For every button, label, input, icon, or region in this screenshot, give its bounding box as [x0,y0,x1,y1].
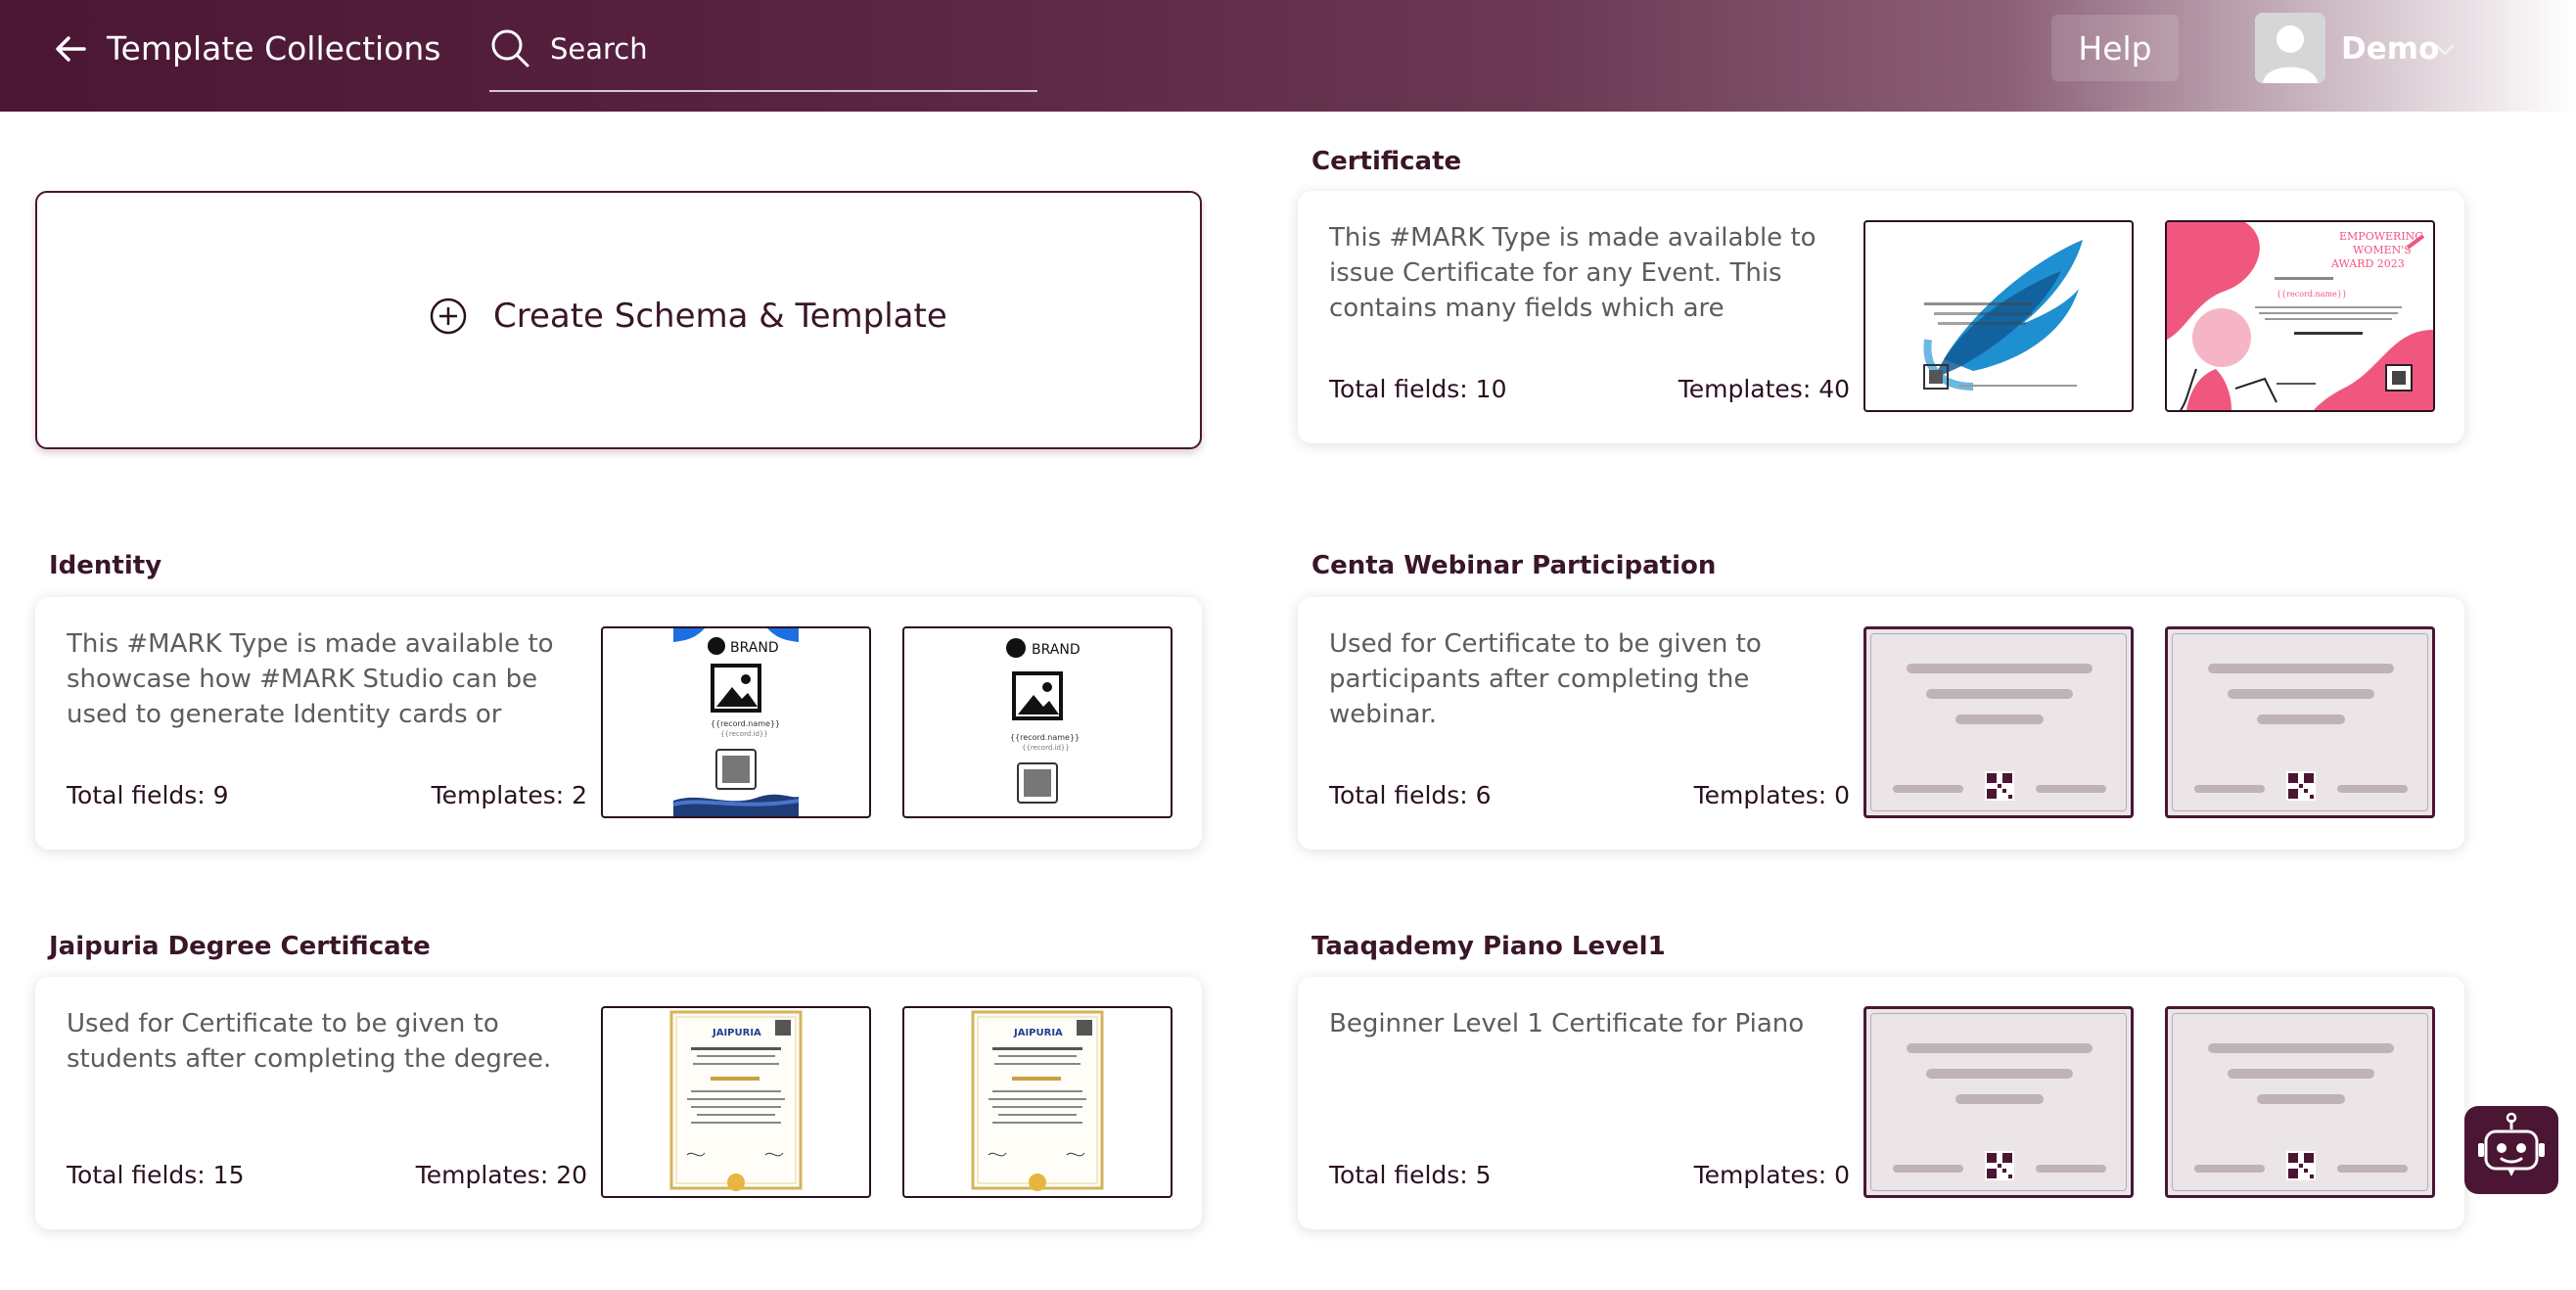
collection-description: This #MARK Type is made available to sho… [67,629,554,729]
collection-title-taaqademy: Taaqademy Piano Level1 [1311,932,1666,961]
jaipuria-logo-text: JAIPURIA [1013,1028,1063,1038]
create-schema-template-button[interactable]: Create Schema & Template [35,191,1202,449]
help-button[interactable]: Help [2051,15,2179,81]
degree-certificate-preview: JAIPURIA [669,1010,803,1191]
placeholder-frame [2172,633,2428,811]
search-bar [489,23,1037,92]
templates-count: Templates: 0 [1693,1161,1850,1189]
page-title: Template Collections [107,29,441,68]
certificate-placeholder-icon [1893,664,2106,801]
collection-description: Beginner Level 1 Certificate for Piano [1329,1009,1805,1038]
template-placeholder[interactable] [1863,1006,2134,1198]
brand-text: BRAND [730,640,779,656]
award-title-line: WOMEN'S [2353,244,2412,256]
template-placeholder[interactable] [2165,1006,2435,1198]
collection-title-jaipuria: Jaipuria Degree Certificate [49,932,431,961]
robot-icon [2478,1112,2545,1176]
collection-description: This #MARK Type is made available to iss… [1329,223,1817,323]
certificate-award-preview: EMPOWERING WOMEN'S AWARD 2023 {{record.n… [2167,222,2433,410]
record-id-placeholder: {{record.id}} [720,730,768,738]
collection-card-jaipuria[interactable]: Used for Certificate to be given to stud… [35,977,1202,1229]
templates-count: Templates: 0 [1693,781,1850,809]
template-thumbnail[interactable]: EMPOWERING WOMEN'S AWARD 2023 {{record.n… [2165,220,2435,412]
template-placeholder[interactable] [2165,626,2435,818]
create-label: Create Schema & Template [493,297,947,336]
templates-count: Templates: 40 [1678,375,1850,403]
certificate-placeholder-icon [2194,1043,2408,1180]
brand-text: BRAND [1032,642,1081,658]
placeholder-frame [1870,633,2127,811]
collection-card-identity[interactable]: This #MARK Type is made available to sho… [35,597,1202,850]
certificate-wing-preview [1923,240,2083,391]
collection-title-certificate: Certificate [1311,147,1462,176]
back-arrow-icon[interactable] [51,29,90,69]
templates-count: Templates: 20 [415,1161,587,1189]
search-icon [491,29,529,68]
collection-card-certificate[interactable]: This #MARK Type is made available to iss… [1298,191,2464,443]
collection-card-taaqademy[interactable]: Beginner Level 1 Certificate for Piano T… [1298,977,2464,1229]
top-app-bar: Template Collections Help Demo [0,0,2576,112]
collection-description: Used for Certificate to be given to part… [1329,629,1762,729]
search-input[interactable] [548,27,1018,70]
placeholder-frame [1870,1013,2127,1191]
collection-title-identity: Identity [49,551,162,580]
jaipuria-logo-text: JAIPURIA [712,1028,761,1038]
award-title-line: EMPOWERING [2339,230,2423,243]
total-fields: Total fields: 15 [67,1161,245,1189]
templates-count: Templates: 2 [431,781,587,809]
template-thumbnail[interactable]: JAIPURIA [902,1006,1173,1198]
collection-description: Used for Certificate to be given to stud… [67,1009,552,1074]
add-circle-icon [430,298,467,335]
record-name-placeholder: {{record.name}} [1010,733,1080,742]
record-id-placeholder: {{record.id}} [1022,744,1070,752]
record-name-placeholder: {{record.name}} [2277,290,2347,299]
chatbot-button[interactable] [2464,1106,2558,1194]
template-thumbnail[interactable]: JAIPURIA [601,1006,871,1198]
certificate-placeholder-icon [1893,1043,2106,1180]
total-fields: Total fields: 10 [1329,375,1507,403]
award-title-line: AWARD 2023 [2330,257,2405,270]
user-name[interactable]: Demo [2341,29,2439,69]
total-fields: Total fields: 9 [67,781,229,809]
total-fields: Total fields: 6 [1329,781,1492,809]
template-thumbnail[interactable]: BRAND {{record.name}} {{record.id}} [601,626,871,818]
id-card-plain-preview: BRAND {{record.name}} {{record.id}} [1006,638,1081,804]
collection-title-centa-webinar: Centa Webinar Participation [1311,551,1717,580]
total-fields: Total fields: 5 [1329,1161,1492,1189]
user-placeholder-icon [2255,13,2325,83]
avatar[interactable] [2255,13,2325,83]
template-thumbnail[interactable] [1863,220,2134,412]
degree-certificate-preview: JAIPURIA [971,1010,1104,1191]
chevron-down-icon[interactable] [2431,35,2459,63]
placeholder-frame [2172,1013,2428,1191]
template-thumbnail[interactable]: BRAND {{record.name}} {{record.id}} [902,626,1173,818]
certificate-placeholder-icon [2194,664,2408,801]
record-name-placeholder: {{record.name}} [711,719,780,728]
id-card-blue-preview: BRAND {{record.name}} {{record.id}} [672,628,800,816]
collection-card-centa-webinar[interactable]: Used for Certificate to be given to part… [1298,597,2464,850]
create-content: Create Schema & Template [429,297,947,336]
template-placeholder[interactable] [1863,626,2134,818]
